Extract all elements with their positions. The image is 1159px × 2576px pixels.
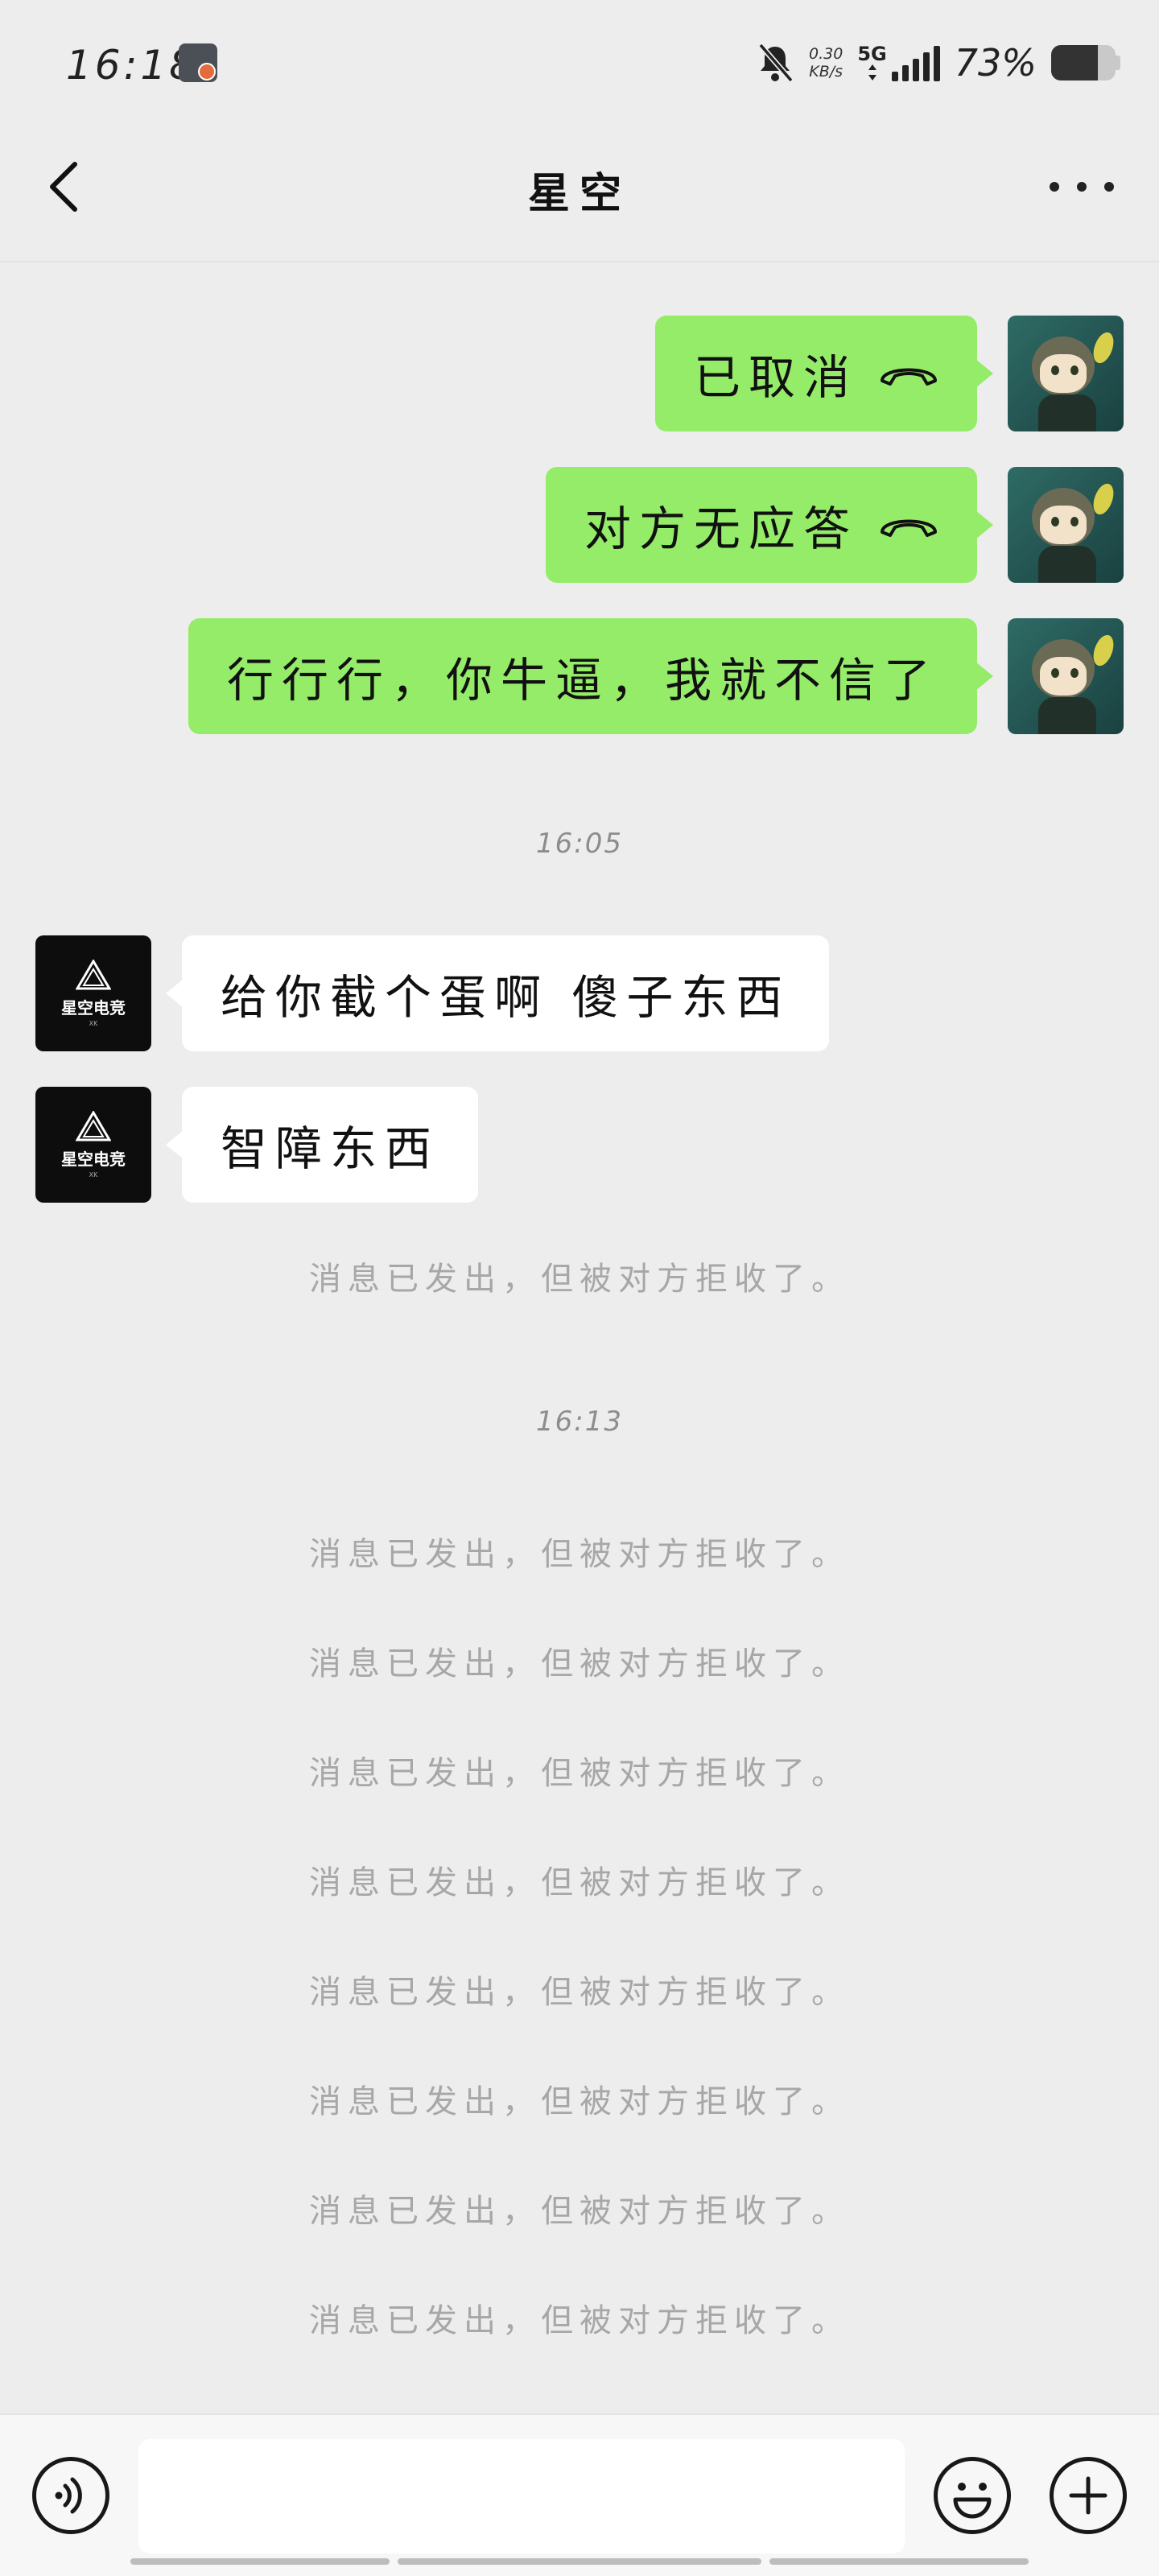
- my-avatar[interactable]: [1008, 316, 1124, 431]
- my-avatar[interactable]: [1008, 618, 1124, 734]
- net-speed-unit: KB/s: [809, 63, 843, 80]
- message-text: 已取消: [693, 350, 858, 405]
- sent-bubble[interactable]: 对方无应答: [545, 467, 994, 583]
- contact-avatar[interactable]: 星空电竞 XK: [35, 935, 151, 1051]
- signal-bars-icon: [891, 46, 940, 81]
- received-bubble[interactable]: 给你截个蛋啊 傻子东西: [165, 935, 830, 1051]
- message-text: 智障东西: [221, 1121, 440, 1176]
- message-row-sent: 行行行，你牛逼，我就不信了: [188, 618, 1124, 734]
- message-text: 给你截个蛋啊 傻子东西: [221, 970, 791, 1025]
- net-speed-value: 0.30: [809, 45, 843, 63]
- triangle-logo-icon: [76, 1111, 111, 1141]
- message-row-sent: 已取消: [654, 316, 1124, 431]
- contact-logo-sub: XK: [89, 1020, 98, 1027]
- more-dot: [1077, 182, 1087, 192]
- status-indicators: 0.30 KB/s 5G 73%: [756, 39, 1120, 87]
- chat-header: 星空: [0, 121, 1159, 262]
- contact-logo-sub: XK: [89, 1171, 98, 1179]
- received-bubble[interactable]: 智障东西: [165, 1087, 479, 1203]
- message-row-received: 星空电竞 XK 给你截个蛋啊 傻子东西: [35, 935, 830, 1051]
- game-notification-icon: [179, 43, 217, 82]
- data-arrows-icon: [868, 64, 876, 80]
- rejected-notice: 消息已发出，但被对方拒收了。: [309, 1864, 850, 1901]
- chat-title: 星空: [527, 170, 631, 218]
- rejected-notice: 消息已发出，但被对方拒收了。: [309, 2083, 850, 2120]
- triangle-logo-icon: [76, 960, 111, 990]
- rejected-notice: 消息已发出，但被对方拒收了。: [309, 1536, 850, 1573]
- network-type: 5G: [857, 43, 887, 65]
- rejected-notice: 消息已发出，但被对方拒收了。: [309, 1755, 850, 1792]
- emoji-icon: [953, 2483, 992, 2519]
- contact-avatar[interactable]: 星空电竞 XK: [35, 1087, 151, 1203]
- more-options-button[interactable]: [1050, 171, 1114, 203]
- more-dot: [1104, 182, 1114, 192]
- more-dot: [1050, 182, 1059, 192]
- message-text: 行行行，你牛逼，我就不信了: [226, 653, 938, 708]
- emoji-button[interactable]: [934, 2457, 1011, 2534]
- net-speed: 0.30 KB/s: [809, 45, 843, 80]
- message-input[interactable]: [138, 2439, 905, 2553]
- gesture-bar: [0, 2558, 1159, 2566]
- input-bar: [0, 2413, 1159, 2576]
- rejected-notice: 消息已发出，但被对方拒收了。: [309, 1974, 850, 2011]
- contact-logo-text: 星空电竞: [61, 1150, 126, 1169]
- plus-button[interactable]: [1050, 2457, 1127, 2534]
- sent-bubble[interactable]: 已取消: [654, 316, 994, 431]
- phone-hangup-icon: [879, 360, 938, 387]
- message-text: 对方无应答: [584, 502, 858, 556]
- rejected-notice: 消息已发出，但被对方拒收了。: [309, 2193, 850, 2230]
- sent-bubble[interactable]: 行行行，你牛逼，我就不信了: [188, 618, 994, 734]
- rejected-notice: 消息已发出，但被对方拒收了。: [309, 1261, 850, 1298]
- battery-percent: 73%: [954, 41, 1037, 85]
- contact-logo-text: 星空电竞: [61, 998, 126, 1018]
- bell-muted-icon: [758, 43, 794, 83]
- chat-timestamp: 16:05: [536, 828, 623, 860]
- signal-indicator: 5G: [857, 43, 940, 81]
- status-bar: 16:18 0.30 KB/s 5G 73%: [0, 0, 1159, 121]
- voice-icon: [55, 2477, 82, 2514]
- rejected-notice: 消息已发出，但被对方拒收了。: [309, 1645, 850, 1682]
- voice-button[interactable]: [32, 2457, 109, 2534]
- plus-icon: [1069, 2476, 1107, 2515]
- phone-hangup-icon: [879, 511, 938, 539]
- my-avatar[interactable]: [1008, 467, 1124, 583]
- message-row-received: 星空电竞 XK 智障东西: [35, 1087, 479, 1203]
- message-row-sent: 对方无应答: [545, 467, 1124, 583]
- chat-timestamp: 16:13: [536, 1406, 623, 1438]
- battery-icon: [1051, 45, 1120, 80]
- rejected-notice: 消息已发出，但被对方拒收了。: [309, 2302, 850, 2339]
